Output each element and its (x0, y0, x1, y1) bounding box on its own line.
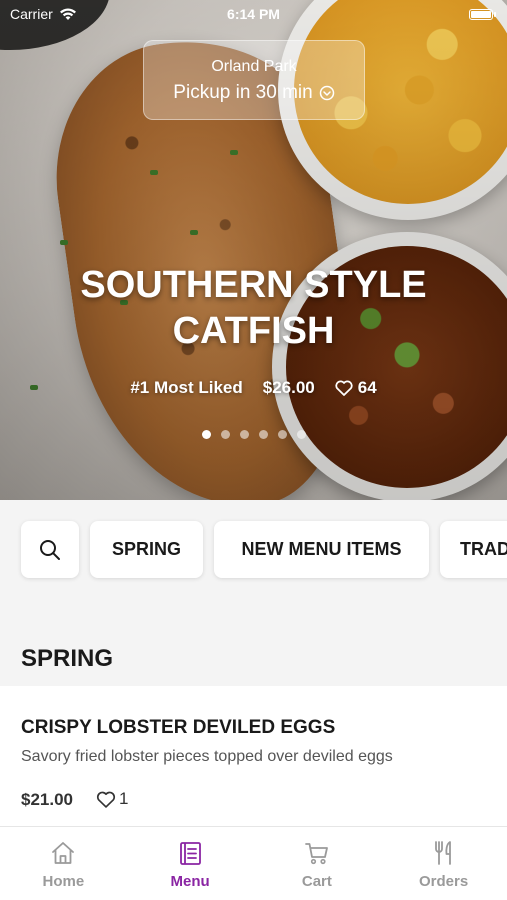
hero-title: SOUTHERN STYLE CATFISH (0, 262, 507, 354)
location-pickup-selector[interactable]: Orland Park Pickup in 30 min (143, 40, 365, 120)
category-chip-trad[interactable]: TRAD (440, 521, 507, 578)
tab-cart-label: Cart (301, 873, 332, 890)
tab-home-label: Home (42, 873, 85, 890)
hero-banner[interactable]: Carrier 6:14 PM Orland Park Pickup in 30… (0, 0, 507, 500)
tab-orders-label: Orders (419, 873, 469, 890)
carousel-dot[interactable] (296, 430, 306, 439)
heart-icon (96, 791, 116, 808)
heart-icon (335, 380, 353, 396)
carrier-label: Carrier (10, 6, 53, 22)
location-name: Orland Park (211, 58, 297, 75)
category-chip-spring[interactable]: SPRING (90, 521, 203, 578)
carousel-dot[interactable] (258, 430, 268, 439)
menu-item-likes[interactable]: 1 (96, 789, 128, 809)
tab-cart[interactable]: Cart (254, 827, 381, 900)
pickup-time: Pickup in 30 min (173, 82, 313, 103)
hero-title-line-2: CATFISH (172, 310, 335, 352)
hero-likes-count: 64 (357, 378, 377, 397)
hero-price: $26.00 (262, 378, 315, 397)
section-title: SPRING (21, 645, 114, 672)
tab-orders[interactable]: Orders (380, 827, 507, 900)
menu-item-likes-count: 1 (119, 789, 129, 808)
status-bar: Carrier 6:14 PM (0, 0, 507, 28)
carousel-page-indicator (0, 430, 507, 439)
hero-title-line-1: SOUTHERN STYLE (80, 264, 427, 306)
fork-knife-icon (434, 841, 451, 865)
category-bar: SPRING NEW MENU ITEMS TRAD (0, 500, 507, 600)
menu-item-name: CRISPY LOBSTER DEVILED EGGS (21, 717, 336, 738)
battery-icon (469, 8, 496, 20)
home-icon (52, 842, 75, 864)
chevron-down-circle-icon (319, 85, 334, 101)
menu-item-card[interactable]: CRISPY LOBSTER DEVILED EGGS Savory fried… (0, 686, 507, 826)
cart-icon (304, 843, 328, 865)
menu-icon (180, 842, 202, 865)
tab-home[interactable]: Home (0, 827, 127, 900)
menu-item-price: $21.00 (21, 790, 73, 809)
search-icon (40, 539, 60, 560)
hero-likes[interactable]: 64 (335, 378, 377, 398)
carousel-dot[interactable] (220, 430, 230, 439)
carousel-dot[interactable] (201, 430, 211, 439)
hero-badge: #1 Most Liked (130, 378, 243, 397)
wifi-icon (59, 8, 76, 20)
search-button[interactable] (21, 521, 79, 578)
category-chip-new-menu-items[interactable]: NEW MENU ITEMS (214, 521, 429, 578)
carousel-dot[interactable] (239, 430, 249, 439)
menu-item-description: Savory fried lobster pieces topped over … (21, 748, 393, 765)
tab-menu[interactable]: Menu (127, 827, 254, 900)
hero-meta: #1 Most Liked $26.00 64 (0, 378, 507, 398)
bottom-tab-bar: Home Menu Cart Orders (0, 826, 507, 900)
carousel-dot[interactable] (277, 430, 287, 439)
tab-menu-label: Menu (170, 873, 210, 890)
